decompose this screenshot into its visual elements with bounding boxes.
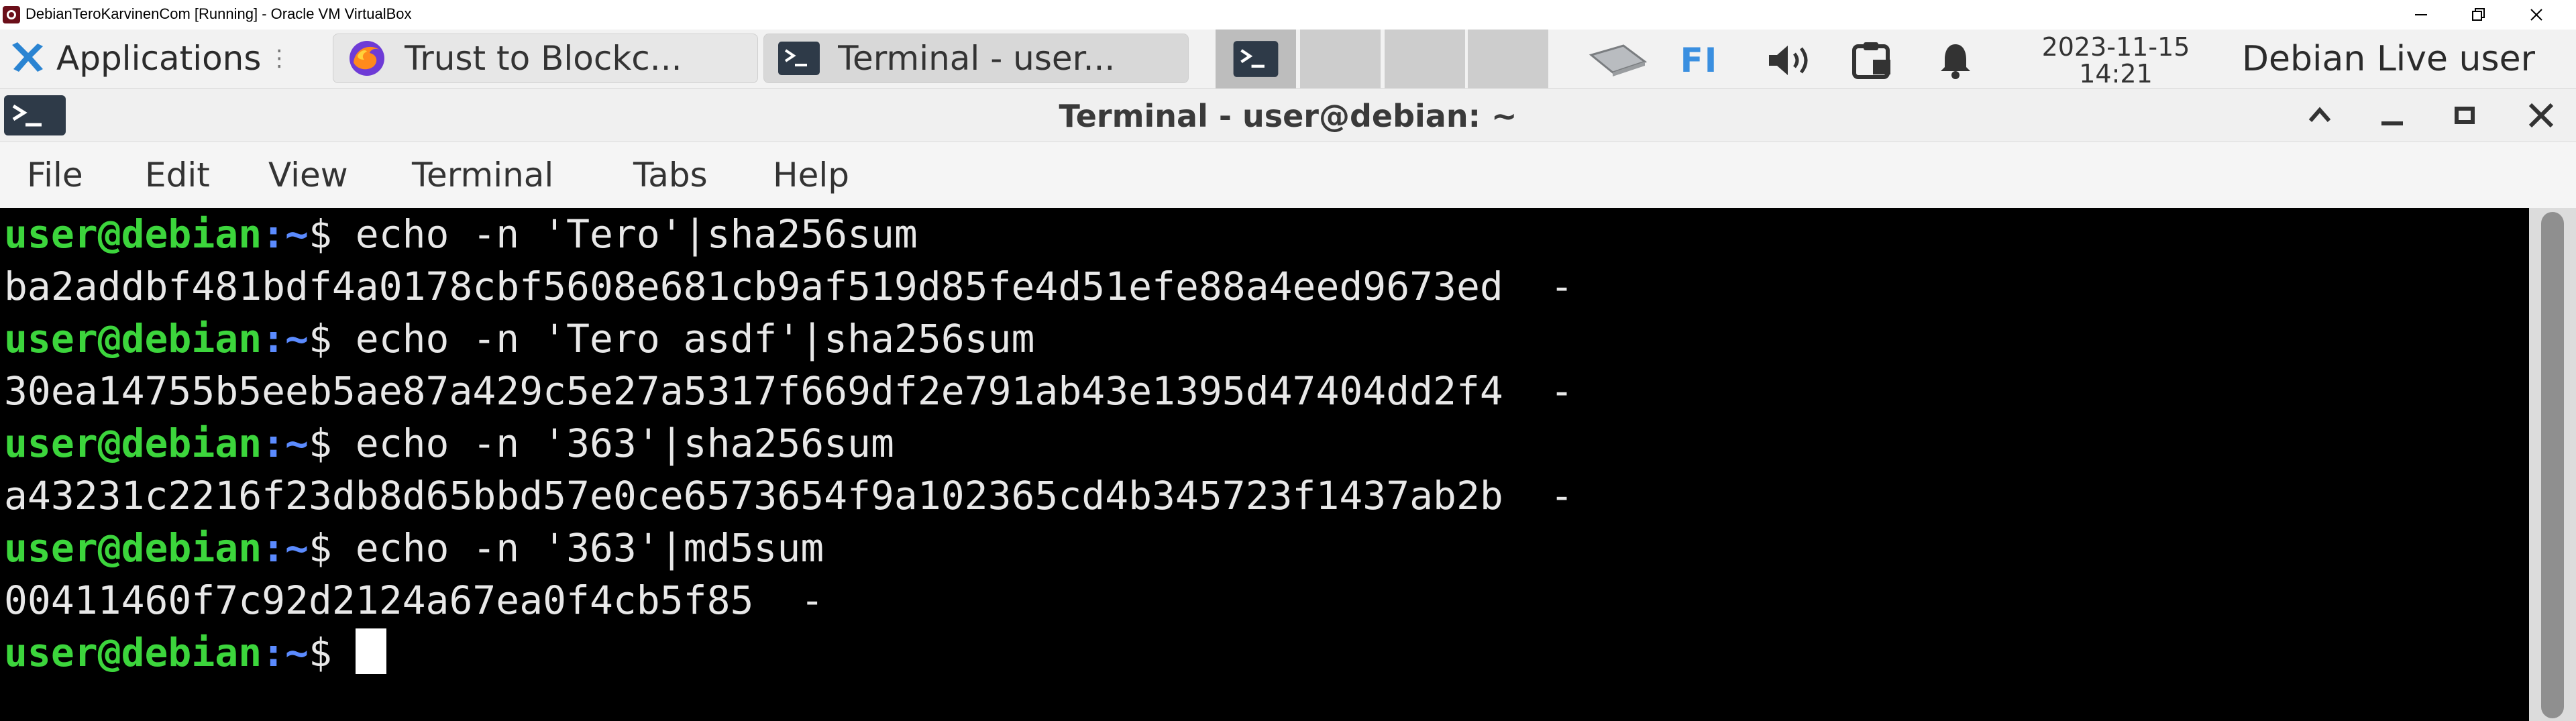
prompt-user: user@debian [4,316,262,362]
maximize-icon [2455,107,2475,124]
menu-view[interactable]: View [268,156,348,195]
terminal-minimize-button[interactable] [2365,94,2419,137]
chevron-up-icon [2308,107,2331,122]
restore-icon [2472,8,2485,21]
taskbar-item-firefox[interactable]: Trust to Blockc... [333,34,758,83]
prompt-path: :~ [262,211,309,257]
terminal-command-line: user@debian:~$ echo -n '363'|md5sum [4,522,824,574]
prompt-sign: $ [308,630,356,675]
prompt-path: :~ [262,421,309,466]
terminal-output-line: 30ea14755b5eeb5ae87a429c5e27a5317f669df2… [4,368,1574,414]
prompt-sign: $ [308,316,356,362]
prompt-user: user@debian [4,525,262,571]
prompt-path: :~ [262,630,309,675]
workspace-2-button[interactable] [1300,30,1381,89]
prompt-user: user@debian [4,421,262,466]
applications-menu-button[interactable]: Applications ⋮ [3,34,302,83]
workspace-3-button[interactable] [1385,30,1465,89]
user-menu-button[interactable]: Debian Live user [2242,39,2535,79]
applications-label: Applications [56,39,262,78]
virtualbox-window-title: DebianTeroKarvinenCom [Running] - Oracle… [25,5,412,22]
terminal-command-line: user@debian:~$ echo -n '363'|sha256sum [4,417,894,469]
usb-drive-icon[interactable] [1585,42,1652,79]
menu-edit[interactable]: Edit [145,156,210,195]
workspace-terminal-preview-icon [1233,41,1279,77]
command-text: echo -n 'Tero'|sha256sum [355,211,918,257]
menu-terminal[interactable]: Terminal [412,156,553,195]
terminal-titlebar[interactable]: Terminal - user@debian: ~ [0,89,2576,142]
terminal-maximize-button[interactable] [2438,94,2491,137]
top-panel: Applications ⋮ Trust to Blockc... Termin… [0,30,2576,89]
menu-file[interactable]: File [27,156,83,195]
firefox-icon [350,41,384,76]
command-text: echo -n '363'|sha256sum [355,421,894,466]
keyboard-layout-indicator[interactable]: FI [1669,41,1729,80]
terminal-roll-up-button[interactable] [2293,94,2347,137]
prompt-path: :~ [262,316,309,362]
menu-help[interactable]: Help [773,156,849,195]
terminal-icon [778,42,820,75]
workspace-4-button[interactable] [1468,30,1548,89]
menu-tabs[interactable]: Tabs [633,156,708,195]
minimize-icon [2415,14,2427,15]
prompt-sign: $ [308,211,356,257]
terminal-scrollbar-thumb[interactable] [2541,212,2564,718]
terminal-active-prompt[interactable]: user@debian:~$ [4,626,386,679]
terminal-command-line: user@debian:~$ echo -n 'Tero'|sha256sum [4,208,918,260]
prompt-user: user@debian [4,211,262,257]
terminal-scrollbar[interactable] [2529,208,2576,721]
command-text: echo -n '363'|md5sum [355,525,824,571]
prompt-user: user@debian [4,630,262,675]
terminal-output-area[interactable]: user@debian:~$ echo -n 'Tero'|sha256sum … [0,208,2529,721]
taskbar-item-terminal[interactable]: Terminal - user... [763,34,1189,83]
clock-time: 14:21 [2079,59,2153,89]
clipboard-icon[interactable] [1842,42,1902,79]
terminal-command-line: user@debian:~$ echo -n 'Tero asdf'|sha25… [4,313,1034,365]
host-close-button[interactable] [2508,0,2565,30]
prompt-sign: $ [308,421,356,466]
close-icon [2530,9,2542,21]
terminal-window-title: Terminal - user@debian: ~ [1059,98,1517,134]
virtualbox-titlebar: DebianTeroKarvinenCom [Running] - Oracle… [0,0,2576,30]
taskbar-item-terminal-label: Terminal - user... [838,39,1116,78]
xfce-logo-icon [12,42,43,72]
terminal-output-line: a43231c2216f23db8d65bbd57e0ce6573654f9a1… [4,473,1574,518]
notifications-bell-icon[interactable] [1925,42,1986,79]
virtualbox-app-icon [3,6,20,23]
workspace-1-button[interactable] [1216,30,1296,89]
host-minimize-button[interactable] [2392,0,2450,30]
taskbar-item-firefox-label: Trust to Blockc... [405,39,682,78]
clock[interactable]: 2023-11-15 14:21 [2015,34,2216,87]
command-text: echo -n 'Tero asdf'|sha256sum [355,316,1035,362]
terminal-output-line: ba2addbf481bdf4a0178cbf5608e681cb9af519d… [4,264,1574,309]
volume-icon[interactable] [1762,42,1822,79]
minimize-icon [2381,121,2403,125]
text-cursor [355,628,386,674]
panel-separator-handle: ⋮ [268,45,291,72]
prompt-path: :~ [262,525,309,571]
terminal-output-line: 00411460f7c92d2124a67ea0f4cb5f85 - [4,577,824,623]
prompt-sign: $ [308,525,356,571]
close-icon [2528,103,2554,128]
host-restore-button[interactable] [2450,0,2508,30]
terminal-close-button[interactable] [2514,94,2568,137]
clock-date: 2023-11-15 [2041,32,2190,62]
terminal-menubar: File Edit View Terminal Tabs Help [0,142,2576,208]
